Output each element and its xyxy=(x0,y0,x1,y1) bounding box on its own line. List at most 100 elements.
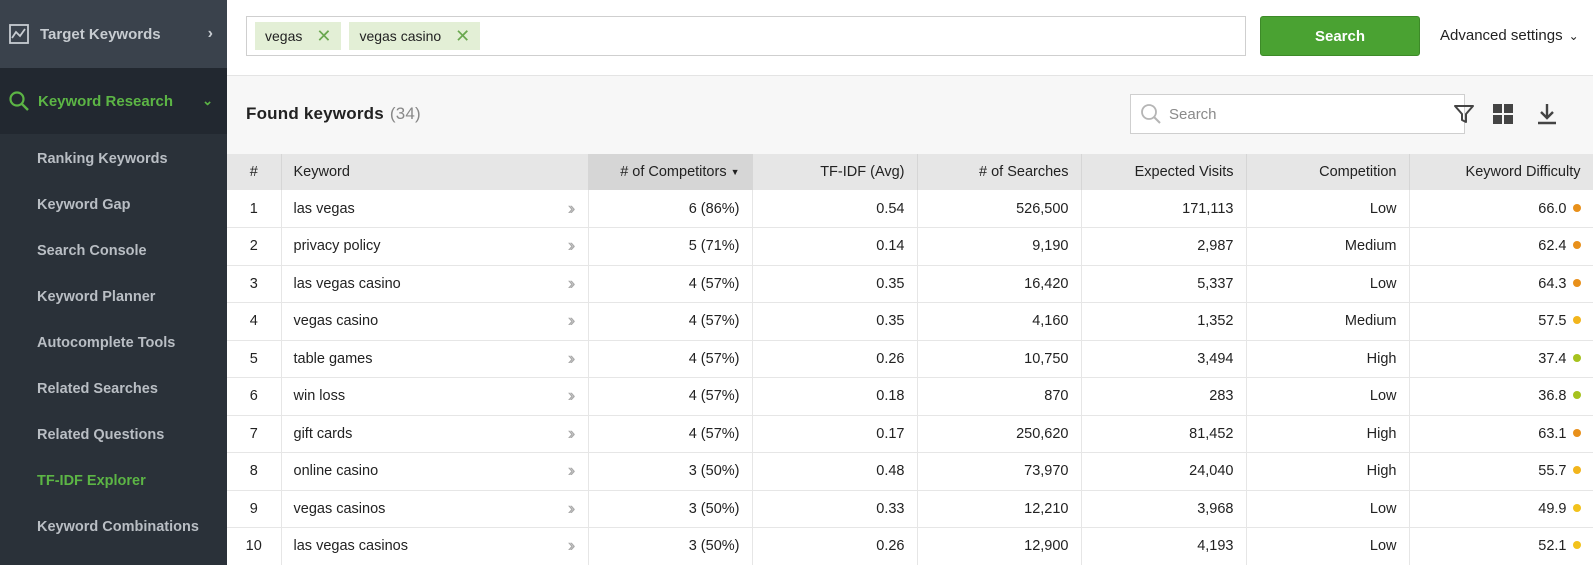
sidebar-section-keyword-research[interactable]: Keyword Research ⌄ xyxy=(0,68,227,134)
grid-view-icon[interactable] xyxy=(1491,102,1515,126)
competitors-cell-text: 4 (57%) xyxy=(688,350,740,367)
results-search-input[interactable] xyxy=(1169,105,1449,123)
double-chevron-right-icon[interactable]: ›› xyxy=(568,461,576,482)
expected-visits-cell-text: 24,040 xyxy=(1189,463,1234,480)
table-row[interactable]: 1 las vegas ›› 6 (86%) 0.54 526,500 171,113 Low… xyxy=(227,190,1593,228)
download-icon[interactable] xyxy=(1535,102,1559,126)
keyword-cell: win loss ›› xyxy=(281,377,589,416)
sidebar-section-target-keywords[interactable]: Target Keywords › xyxy=(0,0,227,68)
expected-visits-cell-text: 3,494 xyxy=(1197,350,1234,367)
tfidf-cell: 0.14 xyxy=(752,227,918,266)
keyword-difficulty-cell-text: 62.4 xyxy=(1538,238,1567,255)
keyword-cell-text: las vegas casino xyxy=(293,275,401,292)
column-header-competitors[interactable]: # of Competitors ▼ xyxy=(588,154,753,190)
sidebar-item-search-console[interactable]: Search Console xyxy=(0,228,227,274)
competitors-cell: 4 (57%) xyxy=(588,377,753,416)
table-row[interactable]: 9 vegas casinos ›› 3 (50%) 0.33 12,210 3,968 Lo… xyxy=(227,490,1593,528)
table-row[interactable]: 7 gift cards ›› 4 (57%) 0.17 250,620 81,452 Hig… xyxy=(227,415,1593,453)
double-chevron-right-icon[interactable]: ›› xyxy=(568,423,576,444)
column-header-keyword-difficulty[interactable]: Keyword Difficulty xyxy=(1409,154,1593,190)
sidebar-item-autocomplete-tools[interactable]: Autocomplete Tools xyxy=(0,320,227,366)
competition-cell: High xyxy=(1246,452,1410,491)
competition-cell-text: High xyxy=(1366,350,1397,367)
expected-visits-cell: 5,337 xyxy=(1081,265,1247,303)
competitors-cell: 3 (50%) xyxy=(588,527,753,565)
tfidf-cell-text: 0.48 xyxy=(876,463,905,480)
column-header-competition[interactable]: Competition xyxy=(1246,154,1410,190)
table-row[interactable]: 2 privacy policy ›› 5 (71%) 0.14 9,190 2,987 Me… xyxy=(227,227,1593,266)
double-chevron-right-icon[interactable]: ›› xyxy=(568,311,576,332)
sidebar-item-keyword-combinations[interactable]: Keyword Combinations xyxy=(0,504,227,550)
sidebar-item-ranking-keywords[interactable]: Ranking Keywords xyxy=(0,136,227,182)
keyword-tag: vegas casino ✕ xyxy=(349,22,481,50)
competitors-cell: 3 (50%) xyxy=(588,452,753,491)
competitors-cell-text: 6 (86%) xyxy=(688,200,740,217)
competitors-cell-text: 3 (50%) xyxy=(688,463,740,480)
competition-cell: Low xyxy=(1246,490,1410,528)
competition-cell-text: Low xyxy=(1369,388,1397,405)
double-chevron-right-icon[interactable]: ›› xyxy=(568,273,576,294)
keyword-difficulty-cell: 62.4 xyxy=(1409,227,1593,266)
keyword-cell-text: vegas casino xyxy=(293,313,379,330)
competition-cell-text: Low xyxy=(1369,275,1397,292)
tfidf-cell-text: 0.54 xyxy=(876,200,905,217)
table-row[interactable]: 10 las vegas casinos ›› 3 (50%) 0.26 12,900 4,… xyxy=(227,527,1593,565)
row-index: 2 xyxy=(227,227,282,266)
expected-visits-cell-text: 1,352 xyxy=(1197,313,1234,330)
double-chevron-right-icon[interactable]: ›› xyxy=(568,498,576,519)
double-chevron-right-icon[interactable]: ›› xyxy=(568,536,576,557)
advanced-settings-toggle[interactable]: Advanced settings ⌄ xyxy=(1440,27,1579,44)
row-index-text: 1 xyxy=(249,200,258,217)
searches-cell-text: 12,900 xyxy=(1024,538,1069,555)
table-row[interactable]: 6 win loss ›› 4 (57%) 0.18 870 283 Low 36.8 xyxy=(227,377,1593,416)
expected-visits-cell: 81,452 xyxy=(1081,415,1247,453)
sidebar-item-tf-idf-explorer[interactable]: TF-IDF Explorer xyxy=(0,458,227,504)
competitors-cell: 4 (57%) xyxy=(588,415,753,453)
keyword-cell-text: gift cards xyxy=(293,425,353,442)
searches-cell: 250,620 xyxy=(917,415,1082,453)
table-row[interactable]: 4 vegas casino ›› 4 (57%) 0.35 4,160 1,352 Medi… xyxy=(227,302,1593,341)
results-header: Found keywords (34) xyxy=(227,76,1593,154)
row-index: 5 xyxy=(227,340,282,378)
double-chevron-right-icon[interactable]: ›› xyxy=(568,386,576,407)
double-chevron-right-icon[interactable]: ›› xyxy=(568,198,576,219)
column-header-keyword[interactable]: Keyword xyxy=(281,154,589,190)
keyword-tag-input[interactable]: vegas ✕ vegas casino ✕ xyxy=(246,16,1246,56)
keyword-difficulty-cell-text: 66.0 xyxy=(1538,200,1567,217)
column-header-expected-visits[interactable]: Expected Visits xyxy=(1081,154,1247,190)
tfidf-cell: 0.18 xyxy=(752,377,918,416)
keyword-cell: privacy policy ›› xyxy=(281,227,589,266)
keyword-tag-label: vegas xyxy=(265,28,303,44)
table-row[interactable]: 8 online casino ›› 3 (50%) 0.48 73,970 24,040 H… xyxy=(227,452,1593,491)
searches-cell: 73,970 xyxy=(917,452,1082,491)
keyword-tag-label: vegas casino xyxy=(359,28,442,44)
competition-cell: Low xyxy=(1246,190,1410,228)
keyword-difficulty-cell-text: 52.1 xyxy=(1538,538,1567,555)
sidebar-item-keyword-gap[interactable]: Keyword Gap xyxy=(0,182,227,228)
column-header-searches[interactable]: # of Searches xyxy=(917,154,1082,190)
competition-cell-text: Medium xyxy=(1344,238,1397,255)
table-row[interactable]: 3 las vegas casino ›› 4 (57%) 0.35 16,420 5,33… xyxy=(227,265,1593,303)
competitors-cell-text: 4 (57%) xyxy=(688,313,740,330)
competition-cell: Low xyxy=(1246,527,1410,565)
table-row[interactable]: 5 table games ›› 4 (57%) 0.26 10,750 3,494 High… xyxy=(227,340,1593,378)
double-chevron-right-icon[interactable]: ›› xyxy=(568,236,576,257)
competition-cell: High xyxy=(1246,340,1410,378)
sidebar-item-related-questions[interactable]: Related Questions xyxy=(0,412,227,458)
search-button[interactable]: Search xyxy=(1260,16,1420,56)
sidebar-item-keyword-planner[interactable]: Keyword Planner xyxy=(0,274,227,320)
table-header-row: # Keyword # of Competitors ▼ TF-IDF (Avg)… xyxy=(227,154,1593,190)
tfidf-cell: 0.35 xyxy=(752,265,918,303)
column-header-tfidf[interactable]: TF-IDF (Avg) xyxy=(752,154,918,190)
results-title-text: Found keywords xyxy=(246,104,384,123)
sidebar-item-related-searches[interactable]: Related Searches xyxy=(0,366,227,412)
double-chevron-right-icon[interactable]: ›› xyxy=(568,348,576,369)
remove-tag-icon[interactable]: ✕ xyxy=(455,27,470,45)
filter-icon[interactable] xyxy=(1452,102,1476,126)
keyword-cell: las vegas casinos ›› xyxy=(281,527,589,565)
column-header-index[interactable]: # xyxy=(227,154,282,190)
competitors-cell: 6 (86%) xyxy=(588,190,753,228)
tfidf-cell-text: 0.18 xyxy=(876,388,905,405)
remove-tag-icon[interactable]: ✕ xyxy=(316,27,331,45)
expected-visits-cell-text: 81,452 xyxy=(1189,425,1234,442)
